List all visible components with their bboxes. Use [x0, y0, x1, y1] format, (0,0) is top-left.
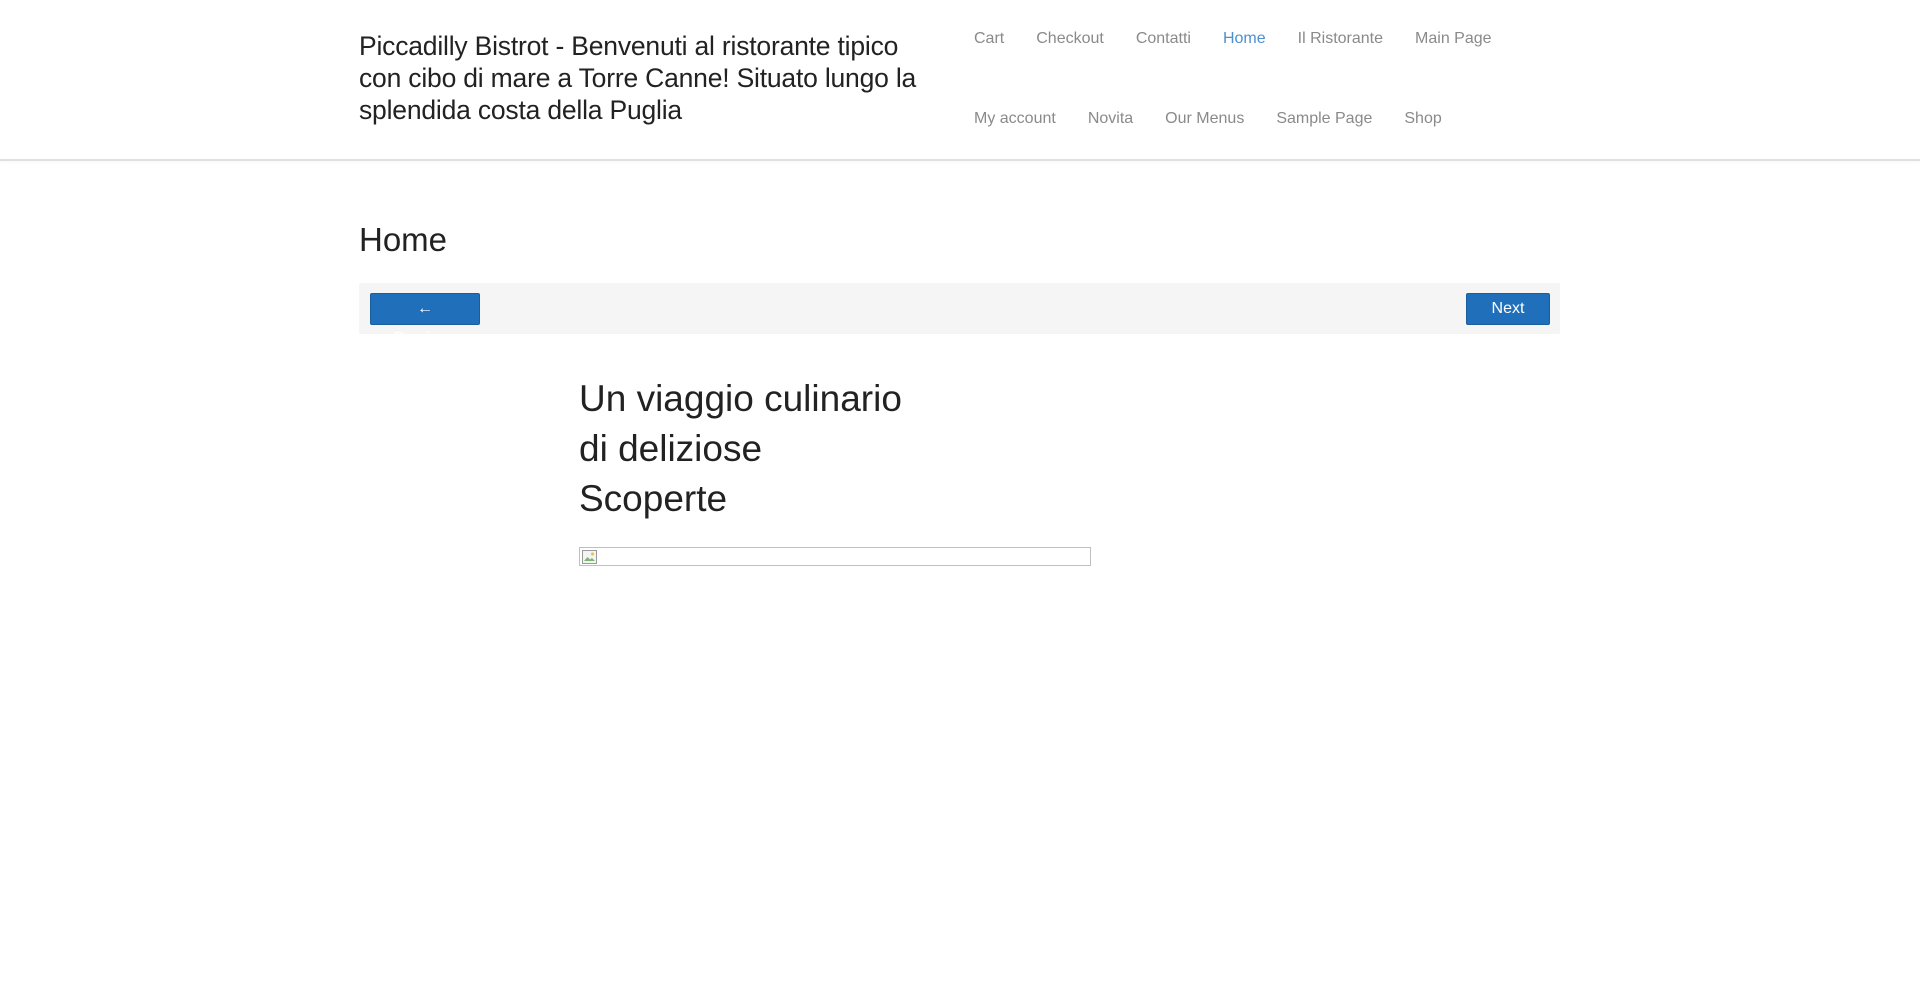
- site-title[interactable]: Piccadilly Bistrot - Benvenuti al ristor…: [359, 30, 939, 126]
- nav-item-main-page[interactable]: Main Page: [1415, 28, 1492, 50]
- content-heading-line-1: Un viaggio culinario: [579, 378, 902, 419]
- broken-image-icon: [582, 550, 597, 564]
- nav-item-home[interactable]: Home: [1223, 28, 1266, 50]
- content-heading: Un viaggio culinario di deliziose Scoper…: [579, 374, 959, 524]
- post-navigation: ← Previous Next →: [359, 283, 1560, 347]
- nav-item-my-account[interactable]: My account: [974, 108, 1056, 130]
- site-header: Piccadilly Bistrot - Benvenuti al ristor…: [0, 0, 1920, 161]
- nav-item-il-ristorante[interactable]: Il Ristorante: [1298, 28, 1383, 50]
- nav-item-contatti[interactable]: Contatti: [1136, 28, 1191, 50]
- content-heading-line-2: di deliziose: [579, 428, 763, 469]
- previous-button[interactable]: ← Previous: [370, 293, 480, 347]
- nav-row-2: My account Novita Our Menus Sample Page …: [958, 108, 1458, 130]
- nav-item-shop[interactable]: Shop: [1404, 108, 1441, 130]
- next-button[interactable]: Next →: [1466, 293, 1550, 347]
- nav-item-our-menus[interactable]: Our Menus: [1165, 108, 1244, 130]
- content-heading-line-3: Scoperte: [579, 478, 728, 519]
- main-navigation: Cart Checkout Contatti Home Il Ristorant…: [958, 0, 1518, 159]
- nav-item-cart[interactable]: Cart: [974, 28, 1004, 50]
- nav-row-1: Cart Checkout Contatti Home Il Ristorant…: [958, 28, 1508, 50]
- nav-item-sample-page[interactable]: Sample Page: [1276, 108, 1372, 130]
- content-image: [579, 547, 1091, 566]
- nav-item-checkout[interactable]: Checkout: [1036, 28, 1104, 50]
- page-title: Home: [359, 221, 448, 258]
- nav-item-novita[interactable]: Novita: [1088, 108, 1133, 130]
